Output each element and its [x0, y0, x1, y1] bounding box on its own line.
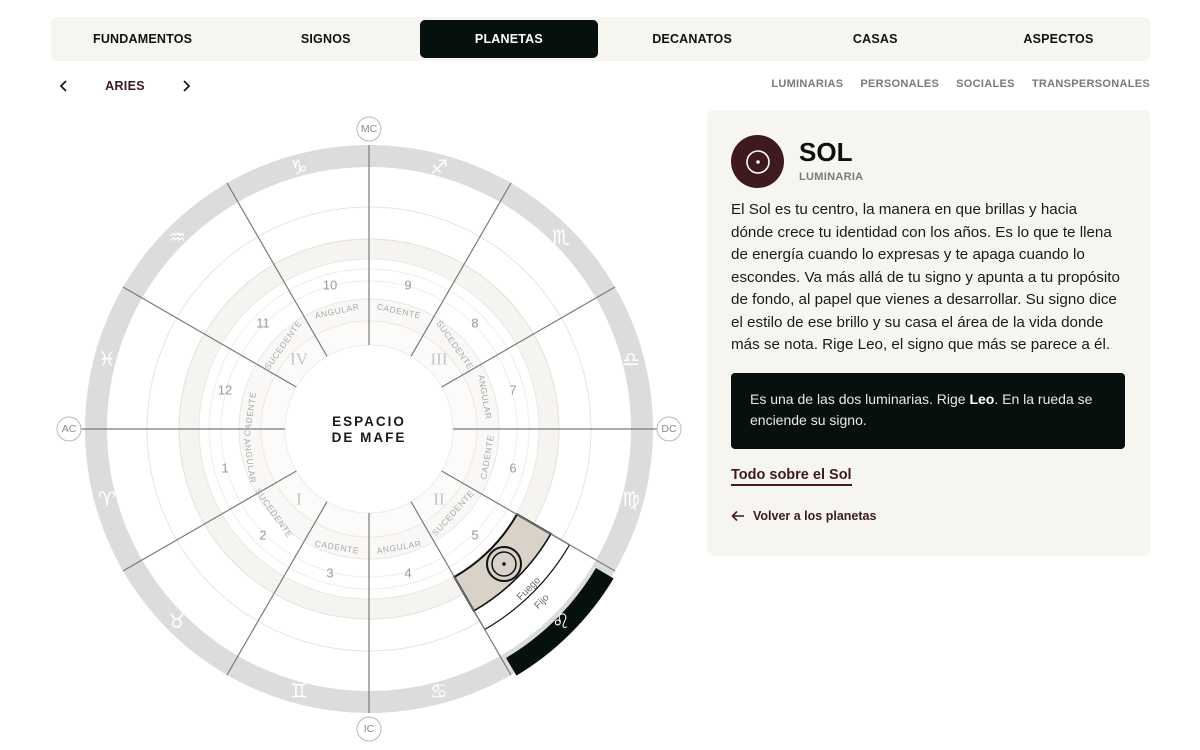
sun-icon: [745, 149, 770, 174]
prev-sign-button[interactable]: [54, 76, 74, 96]
mc-label: MC: [361, 123, 378, 135]
house-number: 10: [323, 278, 337, 293]
center-logo: ESPACIO DE MAFE: [332, 414, 407, 445]
house-number: 8: [471, 316, 478, 331]
planet-name: SOL: [799, 137, 853, 167]
gemini-icon: ♊: [290, 679, 308, 703]
chevron-right-icon: [183, 80, 191, 92]
filter-sociales[interactable]: SOCIALES: [956, 78, 1015, 90]
quadrant-label: III: [431, 350, 448, 369]
dc-label: DC: [661, 423, 677, 435]
quadrant-label: IV: [290, 350, 309, 369]
zodiac-wheel: ♑ ♐ ♏ ♎ ♍ ♌ ♋ ♊ ♉ ♈ ♓ ♒ 1 2 3 4 5 6 7 8 …: [56, 116, 682, 742]
house-number: 9: [404, 278, 411, 293]
planet-description: El Sol es tu centro, la manera en que br…: [731, 201, 1120, 353]
tab-decanatos[interactable]: DECANATOS: [604, 20, 781, 58]
center-text-line2: DE MAFE: [332, 430, 407, 445]
taurus-icon: ♉: [168, 609, 186, 633]
chevron-left-icon: [59, 80, 67, 92]
main-tabs: FUNDAMENTOS SIGNOS PLANETAS DECANATOS CA…: [51, 17, 1150, 61]
capricorn-icon: ♑: [290, 155, 308, 179]
planet-info-card: SOL LUMINARIA El Sol es tu centro, la ma…: [707, 110, 1150, 556]
sign-selector: ARIES: [54, 76, 196, 96]
house-number: 12: [218, 383, 232, 398]
house-number: 2: [259, 528, 266, 543]
ac-label: AC: [62, 423, 77, 435]
filter-personales[interactable]: PERSONALES: [860, 78, 939, 90]
quadrant-label: II: [433, 490, 445, 509]
aries-icon: ♈: [98, 487, 116, 511]
house-number: 1: [221, 461, 228, 476]
tab-fundamentos[interactable]: FUNDAMENTOS: [54, 20, 231, 58]
house-number: 4: [404, 566, 411, 581]
back-to-planets-link[interactable]: Volver a los planetas: [731, 509, 876, 523]
more-about-sun-link[interactable]: Todo sobre el Sol: [731, 467, 852, 486]
sun-marker: [486, 546, 522, 582]
house-number: 11: [256, 316, 270, 331]
house-number: 6: [509, 461, 516, 476]
house-number: 3: [326, 566, 333, 581]
ic-label: IC: [364, 723, 375, 735]
planet-filters: LUMINARIAS PERSONALES SOCIALES TRANSPERS…: [771, 78, 1150, 90]
virgo-icon: ♍: [622, 487, 640, 511]
cancer-icon: ♋: [430, 679, 448, 703]
scorpio-icon: ♏: [552, 225, 570, 249]
next-sign-button[interactable]: [176, 76, 196, 96]
planet-avatar: [731, 135, 784, 188]
house-number: 7: [509, 383, 516, 398]
pisces-icon: ♓: [98, 347, 116, 371]
tab-signos[interactable]: SIGNOS: [237, 20, 414, 58]
note-prefix: Es una de las dos luminarias. Rige: [750, 391, 970, 407]
quadrant-label: I: [296, 490, 302, 509]
tab-planetas[interactable]: PLANETAS: [420, 20, 598, 58]
back-link-label: Volver a los planetas: [753, 509, 877, 523]
leo-icon: ♌: [552, 609, 570, 633]
tab-aspectos[interactable]: ASPECTOS: [970, 20, 1147, 58]
center-text-line1: ESPACIO: [332, 414, 406, 429]
house-number: 5: [471, 528, 478, 543]
sagittarius-icon: ♐: [430, 155, 448, 179]
libra-icon: ♎: [622, 347, 640, 371]
aquarius-icon: ♒: [168, 225, 186, 249]
planet-note: Es una de las dos luminarias. Rige Leo. …: [731, 373, 1125, 449]
arrow-left-icon: [731, 510, 744, 522]
planet-category: LUMINARIA: [799, 171, 864, 183]
tab-casas[interactable]: CASAS: [787, 20, 964, 58]
filter-luminarias[interactable]: LUMINARIAS: [771, 78, 843, 90]
note-bold: Leo: [969, 391, 995, 407]
filter-transpersonales[interactable]: TRANSPERSONALES: [1032, 78, 1150, 90]
current-sign: ARIES: [105, 79, 145, 93]
